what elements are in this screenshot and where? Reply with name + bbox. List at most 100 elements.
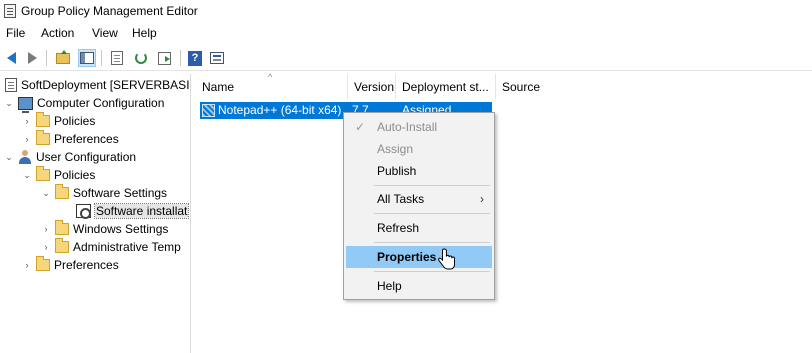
expanded-chevron-icon[interactable]: ⌄ [4,152,14,163]
menu-help[interactable]: Help [132,26,157,40]
collapsed-chevron-icon[interactable]: › [41,224,51,234]
action-pane-icon [210,52,224,64]
refresh-toolbar-button[interactable] [132,49,150,67]
tree-item-label: Preferences [54,258,119,272]
refresh-icon [135,52,147,64]
menu-item-help[interactable]: Help [346,275,492,297]
up-one-level-button[interactable] [54,49,72,67]
document-icon [111,51,123,65]
tree-item-root[interactable]: SoftDeployment [SERVERBASICS [2,76,191,94]
menu-item-all-tasks[interactable]: All Tasks › [346,188,492,210]
column-header-version[interactable]: Version [348,74,396,99]
menu-item-assign[interactable]: Assign [346,138,492,160]
folder-icon [36,112,50,127]
menu-separator [374,213,490,214]
computer-icon [18,96,33,113]
menu-item-label: Assign [377,142,414,156]
collapsed-chevron-icon[interactable]: › [22,260,32,270]
menu-action[interactable]: Action [41,26,74,40]
tree-item-software-installation[interactable]: Software installat [72,202,190,220]
title-bar: Group Policy Management Editor [0,0,812,22]
menu-item-label: Publish [377,164,417,178]
folder-icon [55,184,69,199]
tree-item-label: Administrative Temp [73,240,181,254]
show-hide-action-pane-button[interactable] [208,49,226,67]
menu-item-publish[interactable]: Publish [346,160,492,182]
cell-name: Notepad++ (64-bit x64) [218,103,342,117]
window-title: Group Policy Management Editor [21,4,198,18]
toolbar: ? [0,45,812,71]
column-header-name[interactable]: Name [196,74,348,99]
console-tree-icon [80,52,94,64]
forward-button[interactable] [23,49,41,67]
tree-item-windows-settings[interactable]: › Windows Settings [41,220,168,238]
cell-source: \\serverbasicsad\SoftDeployment\Notepad+… [502,103,780,117]
tree-item-cc-preferences[interactable]: › Preferences [22,130,119,148]
tree-item-label: Policies [54,114,96,128]
folder-up-icon [56,49,70,64]
software-installation-icon [76,204,91,219]
toolbar-divider [180,50,181,66]
menu-item-label: Help [377,279,402,293]
tree-item-label: SoftDeployment [SERVERBASICS [21,78,191,92]
show-hide-console-tree-button[interactable] [78,49,96,67]
menu-item-label: Refresh [377,221,420,235]
folder-icon [36,256,50,271]
help-icon: ? [188,50,202,66]
expanded-chevron-icon[interactable]: ⌄ [41,188,51,199]
tree-item-label: Policies [54,168,96,182]
column-header-deployment-state[interactable]: Deployment st... [396,74,496,99]
collapsed-chevron-icon[interactable]: › [22,134,32,144]
menu-separator [374,185,490,186]
tree-item-uc-policies[interactable]: ⌄ Policies [22,166,95,184]
table-row[interactable]: Notepad++ (64-bit x64) 7.7 Assigned \\se… [200,102,812,119]
column-header-source[interactable]: Source [496,74,812,99]
menu-item-refresh[interactable]: Refresh [346,217,492,239]
checkmark-icon: ✓ [355,120,366,134]
gpo-icon [5,78,17,92]
tree-item-label: Software Settings [73,186,168,200]
folder-icon [55,238,69,253]
gpo-editor-icon [4,4,16,18]
properties-toolbar-button[interactable] [108,49,126,67]
menu-file[interactable]: File [6,26,25,40]
tree-item-label: Windows Settings [73,222,169,236]
menu-item-auto-install[interactable]: ✓ Auto-Install [346,116,492,138]
tree-item-cc-policies[interactable]: › Policies [22,112,95,130]
forward-arrow-icon [27,52,37,64]
menu-bar: File Action View Help [0,23,812,43]
hand-cursor-icon [438,248,455,270]
export-list-button[interactable] [155,49,173,67]
menu-view[interactable]: View [92,26,118,40]
expanded-chevron-icon[interactable]: ⌄ [4,98,14,109]
submenu-arrow-icon: › [480,192,484,206]
expanded-chevron-icon[interactable]: ⌄ [22,170,32,181]
user-icon [18,150,32,164]
menu-separator [374,242,490,243]
console-tree: SoftDeployment [SERVERBASICS ⌄ Computer … [0,74,191,353]
context-menu: ✓ Auto-Install Assign Publish All Tasks … [343,112,495,300]
toolbar-divider [46,50,47,66]
back-button[interactable] [2,49,20,67]
collapsed-chevron-icon[interactable]: › [22,116,32,126]
help-toolbar-button[interactable]: ? [186,49,204,67]
tree-item-user-configuration[interactable]: ⌄ User Configuration [4,148,136,166]
toolbar-divider [101,50,102,66]
tree-item-label: Computer Configuration [37,96,165,110]
details-list: ^ Name Version Deployment st... Source N… [196,72,812,353]
menu-separator [374,271,490,272]
tree-item-administrative-templates[interactable]: › Administrative Temp [41,238,181,256]
tree-item-computer-configuration[interactable]: ⌄ Computer Configuration [4,94,165,113]
folder-icon [36,166,50,181]
collapsed-chevron-icon[interactable]: › [41,242,51,252]
folder-icon [55,220,69,235]
tree-item-uc-preferences[interactable]: › Preferences [22,256,119,274]
package-icon [202,104,215,117]
tree-item-label: Software installat [93,203,190,219]
menu-item-properties[interactable]: Properties [346,246,492,268]
tree-item-label: Preferences [54,132,119,146]
tree-item-label: User Configuration [36,150,137,164]
menu-item-label: Auto-Install [377,120,438,134]
tree-item-software-settings[interactable]: ⌄ Software Settings [41,184,167,202]
export-icon [157,51,171,65]
